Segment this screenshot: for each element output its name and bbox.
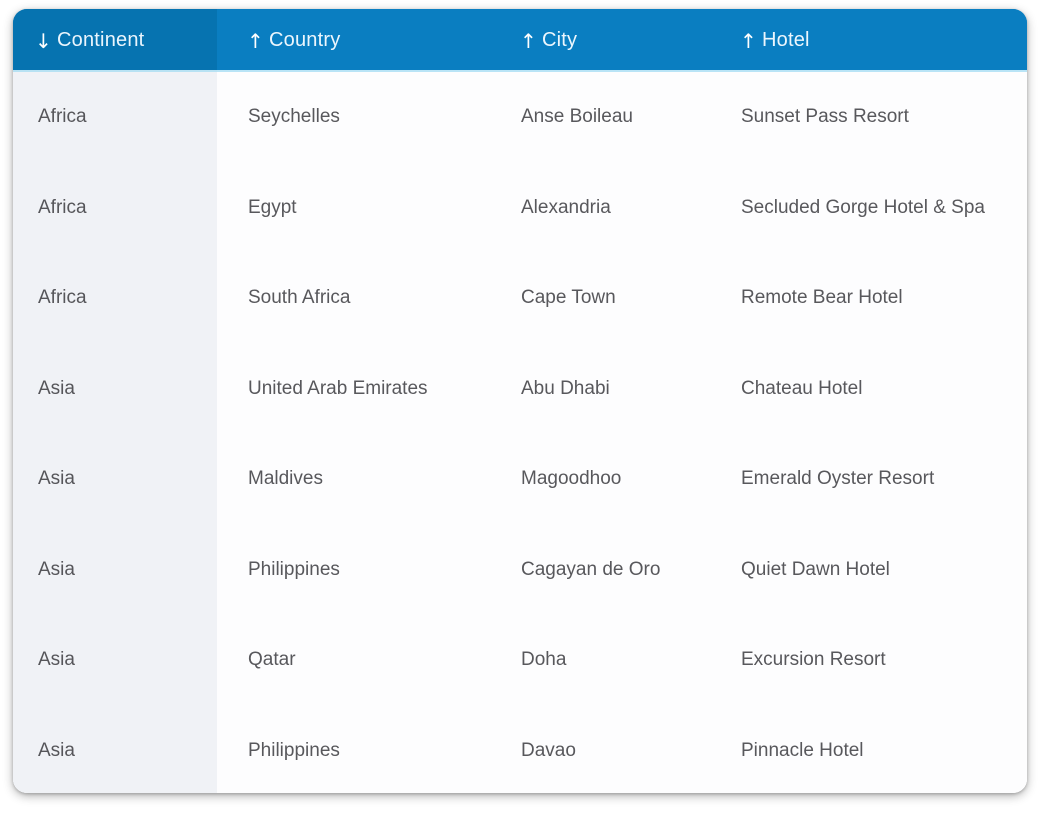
column-header-city[interactable]: ↑ City <box>490 9 710 72</box>
cell-country: Seychelles <box>217 72 490 163</box>
column-header-country[interactable]: ↑ Country <box>217 9 490 72</box>
table-row[interactable]: Asia Philippines Cagayan de Oro Quiet Da… <box>13 524 1027 615</box>
arrow-down-icon: ↓ <box>35 28 52 53</box>
cell-continent: Africa <box>13 162 217 253</box>
table-body[interactable]: Africa Seychelles Anse Boileau Sunset Pa… <box>13 72 1027 793</box>
cell-continent: Asia <box>13 705 217 793</box>
cell-hotel: Pinnacle Hotel <box>710 705 1027 793</box>
table-row[interactable]: Africa Seychelles Anse Boileau Sunset Pa… <box>13 72 1027 163</box>
cell-hotel: Remote Bear Hotel <box>710 253 1027 344</box>
arrow-up-icon: ↑ <box>740 28 757 53</box>
table-header: ↓ Continent ↑ Country ↑ City ↑ Hotel <box>13 9 1027 72</box>
cell-country: Philippines <box>217 705 490 793</box>
cell-continent: Asia <box>13 343 217 434</box>
cell-country: Egypt <box>217 162 490 253</box>
column-header-label-continent: Continent <box>57 29 145 51</box>
column-header-label-hotel: Hotel <box>762 29 810 51</box>
cell-city: Anse Boileau <box>490 72 710 163</box>
cell-continent: Africa <box>13 72 217 163</box>
screen: ↓ Continent ↑ Country ↑ City ↑ Hotel Afr… <box>0 0 1040 818</box>
cell-hotel: Sunset Pass Resort <box>710 72 1027 163</box>
arrow-up-icon: ↑ <box>520 28 537 53</box>
cell-hotel: Emerald Oyster Resort <box>710 434 1027 525</box>
cell-hotel: Secluded Gorge Hotel & Spa <box>710 162 1027 253</box>
cell-continent: Africa <box>13 253 217 344</box>
table-row[interactable]: Asia Maldives Magoodhoo Emerald Oyster R… <box>13 434 1027 525</box>
cell-country: Maldives <box>217 434 490 525</box>
cell-hotel: Chateau Hotel <box>710 343 1027 434</box>
cell-city: Cape Town <box>490 253 710 344</box>
cell-continent: Asia <box>13 434 217 525</box>
column-header-hotel[interactable]: ↑ Hotel <box>710 9 1027 72</box>
table-header-row: ↓ Continent ↑ Country ↑ City ↑ Hotel <box>13 9 1027 72</box>
table-row[interactable]: Asia Qatar Doha Excursion Resort <box>13 615 1027 706</box>
cell-country: United Arab Emirates <box>217 343 490 434</box>
table-row[interactable]: Africa South Africa Cape Town Remote Bea… <box>13 253 1027 344</box>
cell-city: Cagayan de Oro <box>490 524 710 615</box>
cell-country: Qatar <box>217 615 490 706</box>
column-header-continent[interactable]: ↓ Continent <box>13 9 217 72</box>
table-row[interactable]: Asia United Arab Emirates Abu Dhabi Chat… <box>13 343 1027 434</box>
arrow-up-icon: ↑ <box>247 28 264 53</box>
cell-city: Abu Dhabi <box>490 343 710 434</box>
cell-city: Magoodhoo <box>490 434 710 525</box>
cell-country: Philippines <box>217 524 490 615</box>
column-header-label-city: City <box>542 29 578 51</box>
cell-city: Alexandria <box>490 162 710 253</box>
data-table-card: ↓ Continent ↑ Country ↑ City ↑ Hotel Afr… <box>13 9 1027 793</box>
table-row[interactable]: Asia Philippines Davao Pinnacle Hotel <box>13 705 1027 793</box>
cell-hotel: Quiet Dawn Hotel <box>710 524 1027 615</box>
cell-hotel: Excursion Resort <box>710 615 1027 706</box>
cell-city: Doha <box>490 615 710 706</box>
cell-city: Davao <box>490 705 710 793</box>
cell-country: South Africa <box>217 253 490 344</box>
column-header-label-country: Country <box>269 29 341 51</box>
cell-continent: Asia <box>13 615 217 706</box>
table-row[interactable]: Africa Egypt Alexandria Secluded Gorge H… <box>13 162 1027 253</box>
cell-continent: Asia <box>13 524 217 615</box>
